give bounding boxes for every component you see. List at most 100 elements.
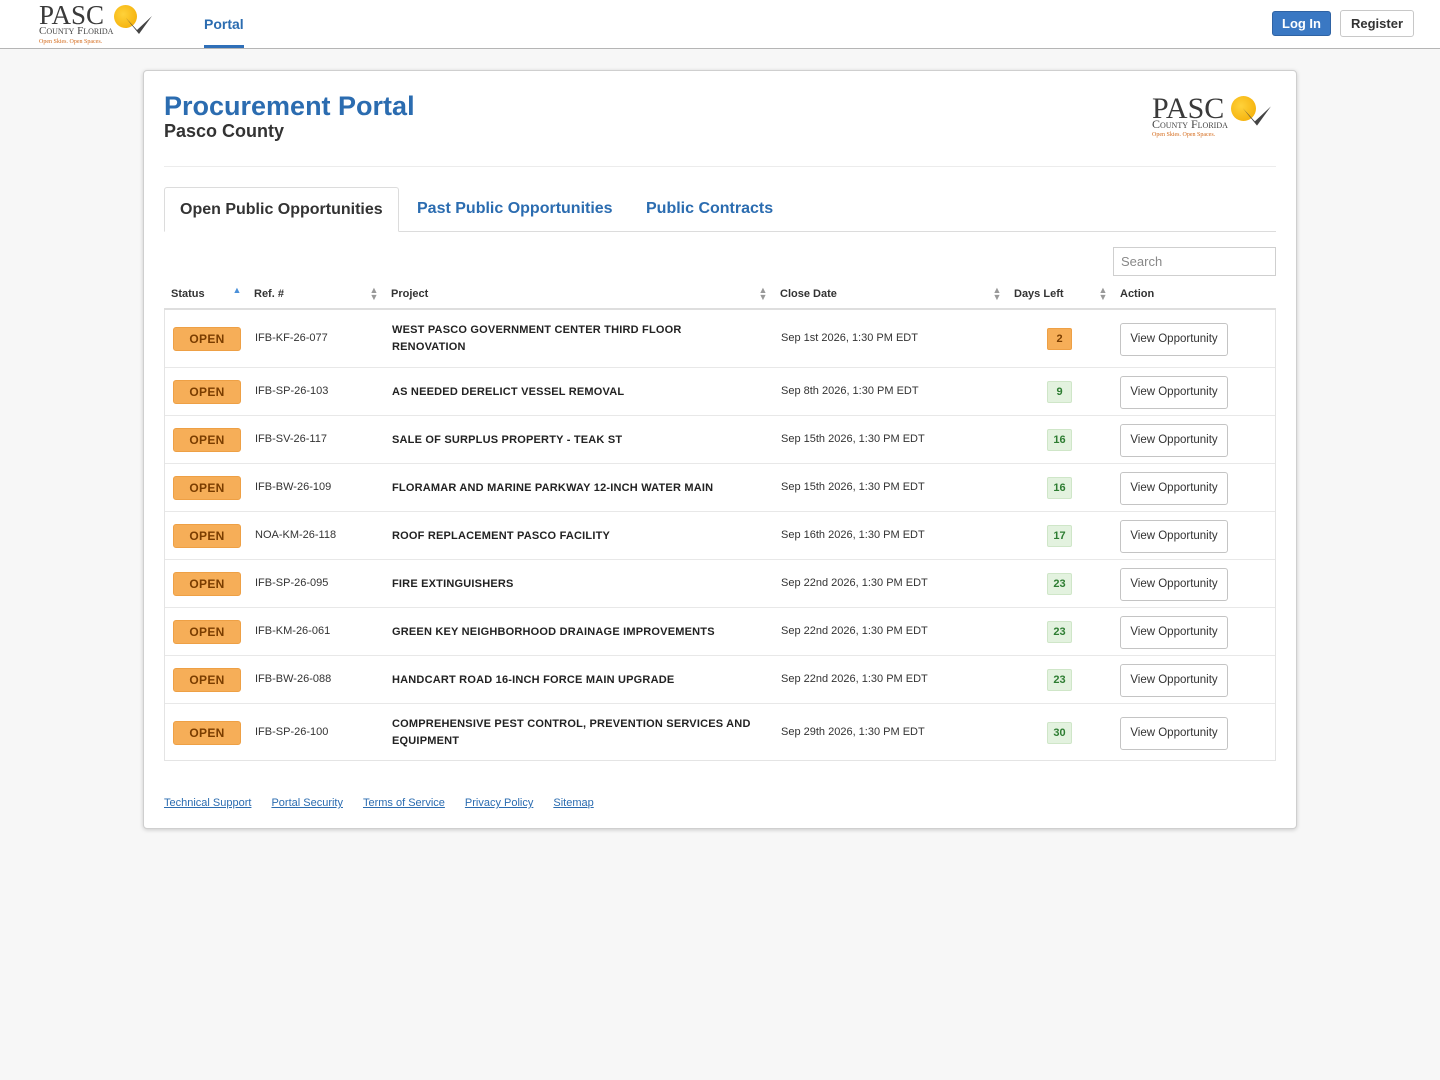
footer-links: Technical Support Portal Security Terms of… — [164, 797, 614, 809]
project-name: AS NEEDED DERELICT VESSEL REMOVAL — [392, 386, 625, 398]
ref-number: IFB-BW-26-088 — [255, 673, 332, 685]
view-opportunity-button[interactable]: View Opportunity — [1120, 322, 1228, 356]
footer-link-portal-security[interactable]: Portal Security — [271, 797, 343, 809]
days-left-badge: 23 — [1047, 621, 1072, 643]
view-opportunity-button[interactable]: View Opportunity — [1120, 568, 1228, 601]
tab-past-public-opportunities[interactable]: Past Public Opportunities — [417, 187, 613, 232]
status-badge: OPEN — [173, 524, 241, 548]
page-subtitle: Pasco County — [164, 121, 285, 141]
days-left-badge: 16 — [1047, 477, 1072, 499]
table-header: Status ▲▼ Ref. # ▲▼ Project ▲▼ Close Dat… — [164, 280, 1276, 310]
column-header-action: Action — [1120, 288, 1155, 300]
status-badge: OPEN — [173, 326, 241, 351]
status-badge: OPEN — [173, 428, 241, 452]
column-header-days-left[interactable]: Days Left — [1014, 288, 1064, 300]
table-row: OPEN IFB-KM-26-061 GREEN KEY NEIGHBORHOOD … — [165, 607, 1275, 655]
page-title: Procurement Portal — [164, 91, 415, 121]
days-left-badge: 16 — [1047, 429, 1072, 451]
table-row: OPEN IFB-SP-26-095 FIRE EXTINGUISHERS Sep 2… — [165, 559, 1275, 607]
status-badge: OPEN — [173, 668, 241, 692]
footer-link-privacy-policy[interactable]: Privacy Policy — [465, 797, 533, 809]
close-date: Sep 16th 2026, 1:30 PM EDT — [781, 529, 925, 541]
close-date: Sep 8th 2026, 1:30 PM EDT — [781, 385, 919, 397]
close-date: Sep 1st 2026, 1:30 PM EDT — [781, 331, 918, 344]
footer-link-sitemap[interactable]: Sitemap — [553, 797, 593, 809]
close-date: Sep 29th 2026, 1:30 PM EDT — [781, 725, 925, 738]
pasco-county-logo[interactable]: PASC County Florida Open Skies. Open Spa… — [39, 2, 154, 46]
ref-number: IFB-SP-26-103 — [255, 385, 329, 397]
project-name: WEST PASCO GOVERNMENT CENTER THIRD FLOOR… — [392, 323, 682, 353]
close-date: Sep 15th 2026, 1:30 PM EDT — [781, 481, 925, 493]
project-name: SALE OF SURPLUS PROPERTY - TEAK ST — [392, 434, 623, 446]
pasco-county-logo-large: PASC County Florida Open Skies. Open Spa… — [1152, 94, 1272, 144]
status-badge: OPEN — [173, 720, 241, 745]
ref-number: IFB-SV-26-117 — [255, 433, 327, 445]
opportunities-table: Status ▲▼ Ref. # ▲▼ Project ▲▼ Close Dat… — [164, 280, 1276, 761]
view-opportunity-button[interactable]: View Opportunity — [1120, 664, 1228, 697]
footer-link-technical-support[interactable]: Technical Support — [164, 797, 251, 809]
tab-open-public-opportunities[interactable]: Open Public Opportunities — [164, 187, 399, 232]
column-header-ref[interactable]: Ref. # — [254, 288, 284, 300]
project-name: FIRE EXTINGUISHERS — [392, 578, 514, 590]
login-button[interactable]: Log In — [1272, 11, 1331, 36]
ref-number: IFB-BW-26-109 — [255, 481, 332, 493]
logo-bird-icon — [126, 16, 152, 34]
table-row: OPEN IFB-SP-26-103 AS NEEDED DERELICT VESS… — [165, 367, 1275, 415]
table-row: OPEN IFB-SP-26-100 COMPREHENSIVE PEST CONT… — [165, 703, 1275, 760]
project-name: GREEN KEY NEIGHBORHOOD DRAINAGE IMPROVEM… — [392, 626, 715, 638]
status-badge: OPEN — [173, 620, 241, 644]
close-date: Sep 22nd 2026, 1:30 PM EDT — [781, 577, 928, 589]
column-header-status[interactable]: Status — [171, 288, 205, 300]
ref-number: IFB-KF-26-077 — [255, 331, 328, 344]
logo-bird-icon — [1243, 106, 1271, 126]
days-left-badge: 23 — [1047, 669, 1072, 691]
column-header-close-date[interactable]: Close Date — [780, 288, 837, 300]
table-row: OPEN IFB-KF-26-077 WEST PASCO GOVERNMENT C… — [165, 310, 1275, 367]
days-left-badge: 30 — [1047, 721, 1072, 744]
project-name: COMPREHENSIVE PEST CONTROL, PREVENTION S… — [392, 717, 751, 747]
days-left-badge: 2 — [1047, 327, 1072, 350]
days-left-badge: 23 — [1047, 573, 1072, 595]
register-button[interactable]: Register — [1340, 10, 1414, 37]
sort-icon[interactable]: ▲ ▼ — [758, 286, 768, 302]
status-badge: OPEN — [173, 380, 241, 404]
view-opportunity-button[interactable]: View Opportunity — [1120, 424, 1228, 457]
view-opportunity-button[interactable]: View Opportunity — [1120, 472, 1228, 505]
table-row: OPEN NOA-KM-26-118 ROOF REPLACEMENT PASCO … — [165, 511, 1275, 559]
view-opportunity-button[interactable]: View Opportunity — [1120, 376, 1228, 409]
close-date: Sep 15th 2026, 1:30 PM EDT — [781, 433, 925, 445]
tab-public-contracts[interactable]: Public Contracts — [646, 187, 773, 232]
nav-portal-link[interactable]: Portal — [204, 0, 244, 48]
status-badge: OPEN — [173, 572, 241, 596]
ref-number: IFB-SP-26-100 — [255, 725, 329, 738]
sort-icon[interactable]: ▲ ▼ — [369, 286, 379, 302]
ref-number: IFB-KM-26-061 — [255, 625, 331, 637]
logo-tagline: Open Skies. Open Spaces. — [39, 39, 103, 45]
close-date: Sep 22nd 2026, 1:30 PM EDT — [781, 673, 928, 685]
close-date: Sep 22nd 2026, 1:30 PM EDT — [781, 625, 928, 637]
project-name: FLORAMAR AND MARINE PARKWAY 12-INCH WATE… — [392, 482, 714, 494]
view-opportunity-button[interactable]: View Opportunity — [1120, 716, 1228, 750]
sort-icon[interactable]: ▲ ▼ — [992, 286, 1002, 302]
view-opportunity-button[interactable]: View Opportunity — [1120, 616, 1228, 649]
search-input[interactable] — [1113, 247, 1276, 276]
column-header-project[interactable]: Project — [391, 288, 428, 300]
table-body: OPEN IFB-KF-26-077 WEST PASCO GOVERNMENT C… — [164, 310, 1276, 761]
logo-tagline: Open Skies. Open Spaces. — [1152, 132, 1216, 138]
table-row: OPEN IFB-BW-26-109 FLORAMAR AND MARINE PAR… — [165, 463, 1275, 511]
sort-asc-icon[interactable]: ▲▼ — [232, 286, 242, 301]
status-badge: OPEN — [173, 476, 241, 500]
logo-county: County Florida — [1152, 117, 1228, 131]
days-left-badge: 9 — [1047, 381, 1072, 403]
view-opportunity-button[interactable]: View Opportunity — [1120, 520, 1228, 553]
days-left-badge: 17 — [1047, 525, 1072, 547]
sort-icon[interactable]: ▲ ▼ — [1098, 286, 1108, 302]
logo-county: County Florida — [39, 25, 114, 37]
top-navbar: PASC County Florida Open Skies. Open Spa… — [0, 0, 1440, 49]
table-row: OPEN IFB-BW-26-088 HANDCART ROAD 16-INCH F… — [165, 655, 1275, 703]
header-divider — [164, 166, 1276, 167]
ref-number: IFB-SP-26-095 — [255, 577, 329, 589]
footer-link-terms-of-service[interactable]: Terms of Service — [363, 797, 445, 809]
project-name: HANDCART ROAD 16-INCH FORCE MAIN UPGRADE — [392, 674, 675, 686]
ref-number: NOA-KM-26-118 — [255, 529, 337, 541]
